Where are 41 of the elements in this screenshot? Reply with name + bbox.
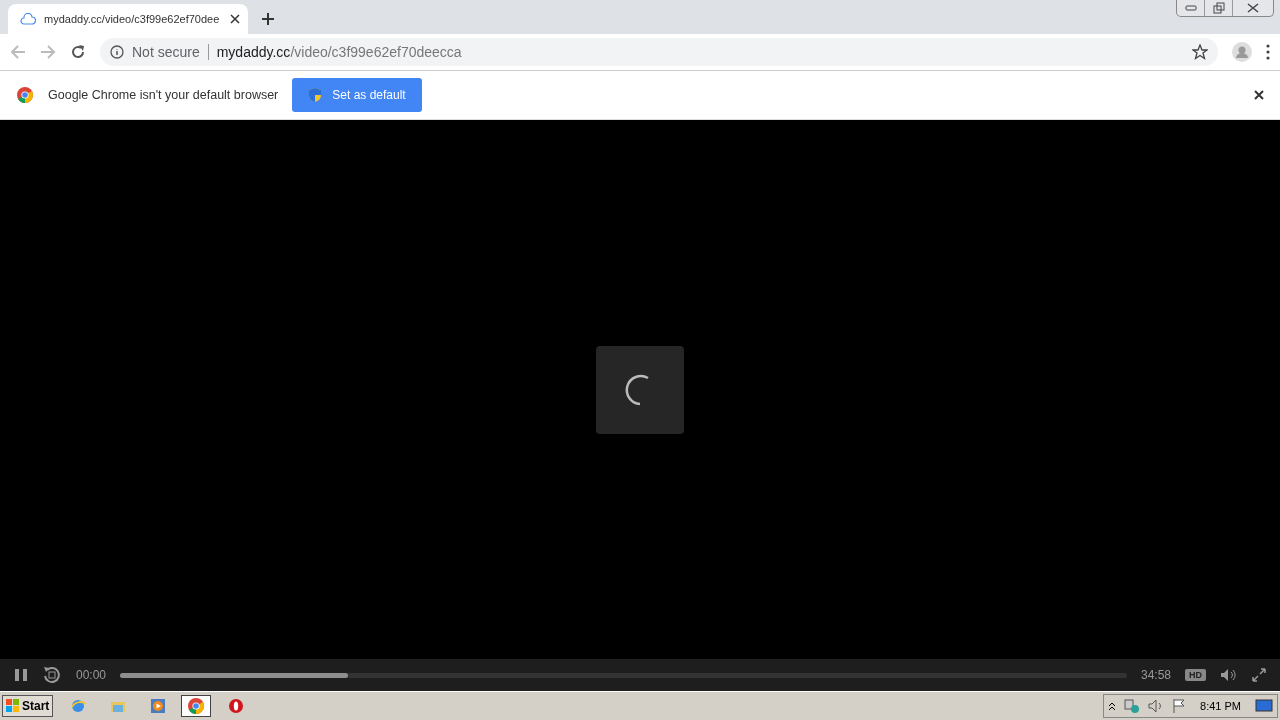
infobar-message: Google Chrome isn't your default browser — [48, 88, 279, 102]
opera-icon — [228, 698, 245, 714]
progress-bar[interactable] — [120, 672, 1127, 678]
url-text: mydaddy.cc/video/c3f99e62ef70deecca — [216, 44, 463, 60]
bookmark-star-button[interactable] — [1192, 44, 1208, 60]
minimize-icon — [1184, 5, 1197, 11]
cloud-icon — [20, 13, 36, 25]
reload-button[interactable] — [70, 44, 86, 60]
close-infobar-button[interactable] — [1254, 90, 1264, 100]
chevron-up-icon — [1108, 701, 1117, 711]
shield-icon — [308, 87, 323, 103]
info-icon — [110, 45, 124, 59]
globe-icon — [70, 698, 87, 714]
desktop-icon — [1255, 699, 1273, 713]
address-bar[interactable]: Not secure mydaddy.cc/video/c3f99e62ef70deecca — [100, 38, 1218, 66]
pause-button[interactable] — [14, 668, 28, 682]
chrome-icon — [187, 697, 206, 715]
windows-logo-icon — [6, 699, 20, 713]
menu-button[interactable] — [1266, 44, 1270, 60]
fullscreen-button[interactable] — [1252, 668, 1266, 682]
restore-icon — [1212, 2, 1225, 14]
play-icon — [150, 698, 167, 714]
duration: 34:58 — [1140, 668, 1171, 682]
plus-icon — [261, 12, 275, 26]
close-tab-button[interactable] — [230, 14, 240, 24]
quality-button[interactable]: HD — [1185, 669, 1206, 681]
volume-button[interactable] — [1220, 668, 1238, 682]
security-label: Not secure — [132, 44, 209, 60]
profile-button[interactable] — [1232, 42, 1252, 62]
rewind-button[interactable] — [42, 665, 62, 685]
flag-icon — [1172, 698, 1187, 714]
current-time: 00:00 — [76, 668, 107, 682]
network-icon — [1124, 698, 1141, 714]
taskbar-app[interactable] — [181, 695, 212, 717]
tab-title: mydaddy.cc/video/c3f99e62ef70dee — [44, 13, 221, 25]
start-button[interactable]: Start — [2, 695, 54, 717]
chrome-icon — [16, 86, 34, 104]
clock: 8:41 PM — [1199, 700, 1242, 712]
close-icon — [1247, 3, 1259, 13]
set-default-button[interactable]: Set as default — [292, 78, 422, 112]
browser-tab[interactable]: mydaddy.cc/video/c3f99e62ef70dee — [8, 4, 248, 34]
